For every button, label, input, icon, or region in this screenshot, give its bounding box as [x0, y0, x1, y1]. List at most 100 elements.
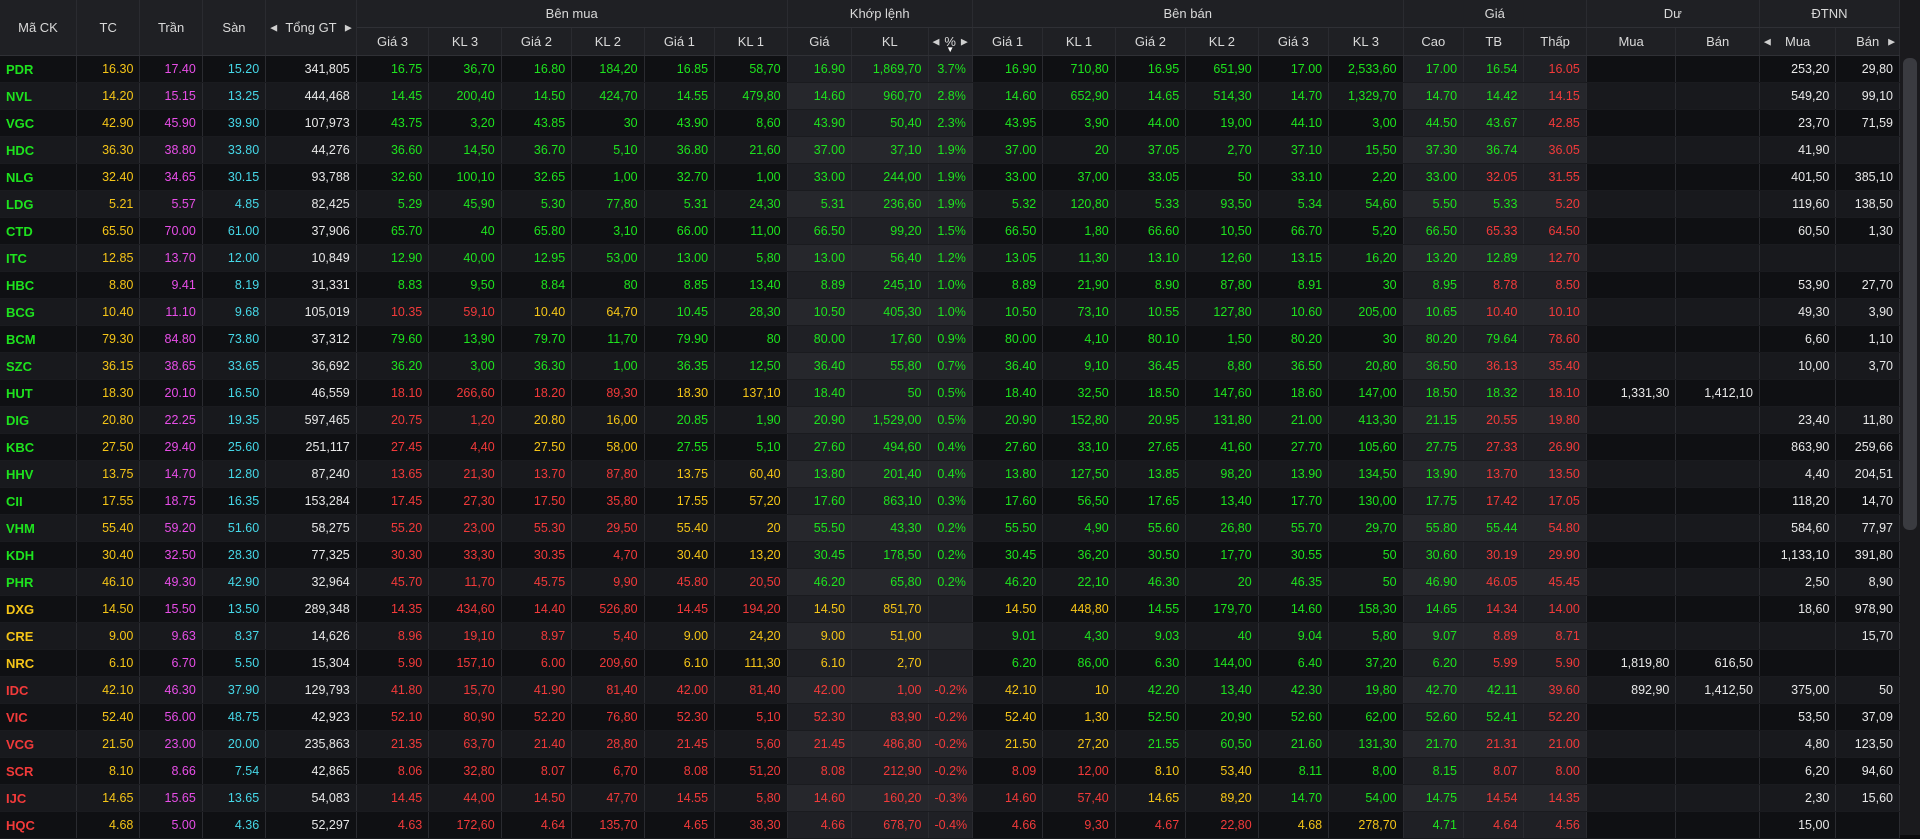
col-header-low[interactable]: Thấp — [1523, 27, 1587, 56]
table-row[interactable]: DXG 14.50 15.50 13.50 289,348 14.35 434,60 14.4… — [0, 595, 1900, 623]
col-header-buy-vol2[interactable]: KL 2 — [571, 27, 645, 56]
table-row[interactable]: HHV 13.75 14.70 12.80 87,240 13.65 21,30 13.70 8… — [0, 460, 1900, 488]
cell-symbol[interactable]: KDH — [0, 541, 77, 569]
scrollbar-thumb[interactable] — [1903, 58, 1917, 530]
table-row[interactable]: SCR 8.10 8.66 7.54 42,865 8.06 32,80 8.07 6,70 8.… — [0, 757, 1900, 785]
table-row[interactable]: VGC 42.90 45.90 39.90 107,973 43.75 3,20 43.85 3… — [0, 109, 1900, 137]
table-row[interactable]: LDG 5.21 5.57 4.85 82,425 5.29 45,90 5.30 77,80 5… — [0, 190, 1900, 218]
table-row[interactable]: PDR 16.30 17.40 15.20 341,805 16.75 36,70 16.80… — [0, 55, 1900, 83]
table-row[interactable]: HDC 36.30 38.80 33.80 44,276 36.60 14,50 36.70 5… — [0, 136, 1900, 164]
cell-symbol[interactable]: CTD — [0, 217, 77, 245]
col-header-buy-price1[interactable]: Giá 1 — [644, 27, 716, 56]
scroll-right-arrow-icon[interactable]: ▶ — [345, 22, 352, 33]
cell-symbol[interactable]: HBC — [0, 271, 77, 299]
table-row[interactable]: PHR 46.10 49.30 42.90 32,964 45.70 11,70 45.75 9… — [0, 568, 1900, 596]
col-header-sell-price3[interactable]: Giá 3 — [1258, 27, 1330, 56]
cell-symbol[interactable]: IDC — [0, 676, 77, 704]
cell-symbol[interactable]: HHV — [0, 460, 77, 488]
table-row[interactable]: CII 17.55 18.75 16.35 153,284 17.45 27,30 17.50… — [0, 487, 1900, 515]
table-row[interactable]: NLG 32.40 34.65 30.15 93,788 32.60 100,10 32.65… — [0, 163, 1900, 191]
col-header-buy-price2[interactable]: Giá 2 — [501, 27, 573, 56]
col-header-floor[interactable]: Sàn — [202, 0, 267, 56]
cell-buy-vol2: 4,70 — [571, 541, 645, 569]
col-header-sell-vol1[interactable]: KL 1 — [1042, 27, 1116, 56]
cell-symbol[interactable]: SCR — [0, 757, 77, 785]
cell-symbol[interactable]: VCG — [0, 730, 77, 758]
table-row[interactable]: NVL 14.20 15.15 13.25 444,468 14.45 200,40 14.5… — [0, 82, 1900, 110]
table-row[interactable]: VCG 21.50 23.00 20.00 235,863 21.35 63,70 21.40… — [0, 730, 1900, 758]
table-row[interactable]: IJC 14.65 15.65 13.65 54,083 14.45 44,00 14.50 4… — [0, 784, 1900, 812]
cell-symbol[interactable]: VGC — [0, 109, 77, 137]
cell-symbol[interactable]: HUT — [0, 379, 77, 407]
cell-symbol[interactable]: NRC — [0, 649, 77, 677]
cell-sell-price3: 4.68 — [1258, 811, 1330, 839]
table-row[interactable]: BCG 10.40 11.10 9.68 105,019 10.35 59,10 10.40 6… — [0, 298, 1900, 326]
cell-symbol[interactable]: NVL — [0, 82, 77, 110]
table-row[interactable]: NRC 6.10 6.70 5.50 15,304 5.90 157,10 6.00 209,6… — [0, 649, 1900, 677]
col-header-total[interactable]: ◀ Tổng GT ▶ — [265, 0, 357, 56]
table-row[interactable]: HBC 8.80 9.41 8.19 31,331 8.83 9,50 8.84 80 8.85 1… — [0, 271, 1900, 299]
cell-symbol[interactable]: SZC — [0, 352, 77, 380]
table-row[interactable]: KDH 30.40 32.50 28.30 77,325 30.30 33,30 30.35 4… — [0, 541, 1900, 569]
col-header-foreign-sell[interactable]: Bán ▶ — [1835, 27, 1900, 56]
foreign-right-arrow-icon[interactable]: ▶ — [1888, 36, 1895, 47]
foreign-left-arrow-icon[interactable]: ◀ — [1764, 36, 1771, 47]
cell-symbol[interactable]: CII — [0, 487, 77, 515]
price-board: Mã CK TC Trần Sàn ◀ Tổng GT ▶ Bên mua Kh… — [0, 0, 1920, 839]
col-header-sell-price2[interactable]: Giá 2 — [1115, 27, 1187, 56]
cell-symbol[interactable]: CRE — [0, 622, 77, 650]
col-header-match-price[interactable]: Giá — [787, 27, 853, 56]
table-row[interactable]: CRE 9.00 9.63 8.37 14,626 8.96 19,10 8.97 5,40 9.… — [0, 622, 1900, 650]
cell-symbol[interactable]: PHR — [0, 568, 77, 596]
col-header-remain-sell[interactable]: Bán — [1675, 27, 1760, 56]
cell-symbol[interactable]: IJC — [0, 784, 77, 812]
table-row[interactable]: KBC 27.50 29.40 25.60 251,117 27.45 4,40 27.50 5… — [0, 433, 1900, 461]
cell-symbol[interactable]: VIC — [0, 703, 77, 731]
table-row[interactable]: HUT 18.30 20.10 16.50 46,559 18.10 266,60 18.20… — [0, 379, 1900, 407]
cell-symbol[interactable]: DIG — [0, 406, 77, 434]
table-row[interactable]: ITC 12.85 13.70 12.00 10,849 12.90 40,00 12.95 5… — [0, 244, 1900, 272]
cell-symbol[interactable]: HDC — [0, 136, 77, 164]
cell-symbol[interactable]: VHM — [0, 514, 77, 542]
cell-symbol[interactable]: BCG — [0, 298, 77, 326]
table-row[interactable]: IDC 42.10 46.30 37.90 129,793 41.80 15,70 41.90… — [0, 676, 1900, 704]
table-row[interactable]: BCM 79.30 84.80 73.80 37,312 79.60 13,90 79.70 1… — [0, 325, 1900, 353]
col-header-ref[interactable]: TC — [76, 0, 141, 56]
cell-symbol[interactable]: HQC — [0, 811, 77, 839]
vertical-scrollbar[interactable] — [1900, 0, 1920, 835]
col-header-match-pct[interactable]: ◀ % ▼ ▶ — [928, 27, 973, 56]
cell-symbol[interactable]: KBC — [0, 433, 77, 461]
cell-foreign-sell — [1835, 379, 1900, 407]
col-header-high[interactable]: Cao — [1403, 27, 1465, 56]
cell-ref: 17.55 — [76, 487, 141, 515]
col-header-ceil[interactable]: Trần — [139, 0, 203, 56]
col-header-remain-buy[interactable]: Mua — [1586, 27, 1677, 56]
col-header-buy-vol1[interactable]: KL 1 — [714, 27, 788, 56]
table-row[interactable]: VIC 52.40 56.00 48.75 42,923 52.10 80,90 52.20 7… — [0, 703, 1900, 731]
col-header-buy-price3[interactable]: Giá 3 — [356, 27, 430, 56]
toggle-left-arrow-icon[interactable]: ◀ — [933, 36, 940, 47]
cell-symbol[interactable]: PDR — [0, 55, 77, 83]
cell-symbol[interactable]: ITC — [0, 244, 77, 272]
table-row[interactable]: SZC 36.15 38.65 33.65 36,692 36.20 3,00 36.30 1,… — [0, 352, 1900, 380]
table-row[interactable]: HQC 4.68 5.00 4.36 52,297 4.63 172,60 4.64 135,7… — [0, 811, 1900, 839]
cell-symbol[interactable]: NLG — [0, 163, 77, 191]
col-header-symbol[interactable]: Mã CK — [0, 0, 77, 56]
col-header-match-vol[interactable]: KL — [851, 27, 929, 56]
toggle-right-arrow-icon[interactable]: ▶ — [961, 36, 968, 47]
table-row[interactable]: VHM 55.40 59.20 51.60 58,275 55.20 23,00 55.30 2… — [0, 514, 1900, 542]
col-header-avg[interactable]: TB — [1463, 27, 1525, 56]
cell-sell-price2: 20.95 — [1115, 406, 1187, 434]
col-header-buy-vol3[interactable]: KL 3 — [428, 27, 502, 56]
cell-symbol[interactable]: DXG — [0, 595, 77, 623]
scroll-left-arrow-icon[interactable]: ◀ — [270, 22, 277, 33]
cell-sell-vol1: 127,50 — [1042, 460, 1116, 488]
cell-symbol[interactable]: LDG — [0, 190, 77, 218]
cell-symbol[interactable]: BCM — [0, 325, 77, 353]
col-header-sell-vol3[interactable]: KL 3 — [1328, 27, 1404, 56]
table-row[interactable]: DIG 20.80 22.25 19.35 597,465 20.75 1,20 20.80 1… — [0, 406, 1900, 434]
col-header-sell-price1[interactable]: Giá 1 — [972, 27, 1044, 56]
col-header-sell-vol2[interactable]: KL 2 — [1185, 27, 1259, 56]
table-row[interactable]: CTD 65.50 70.00 61.00 37,906 65.70 40 65.80 3,10… — [0, 217, 1900, 245]
col-header-foreign-buy[interactable]: ◀ Mua — [1759, 27, 1837, 56]
